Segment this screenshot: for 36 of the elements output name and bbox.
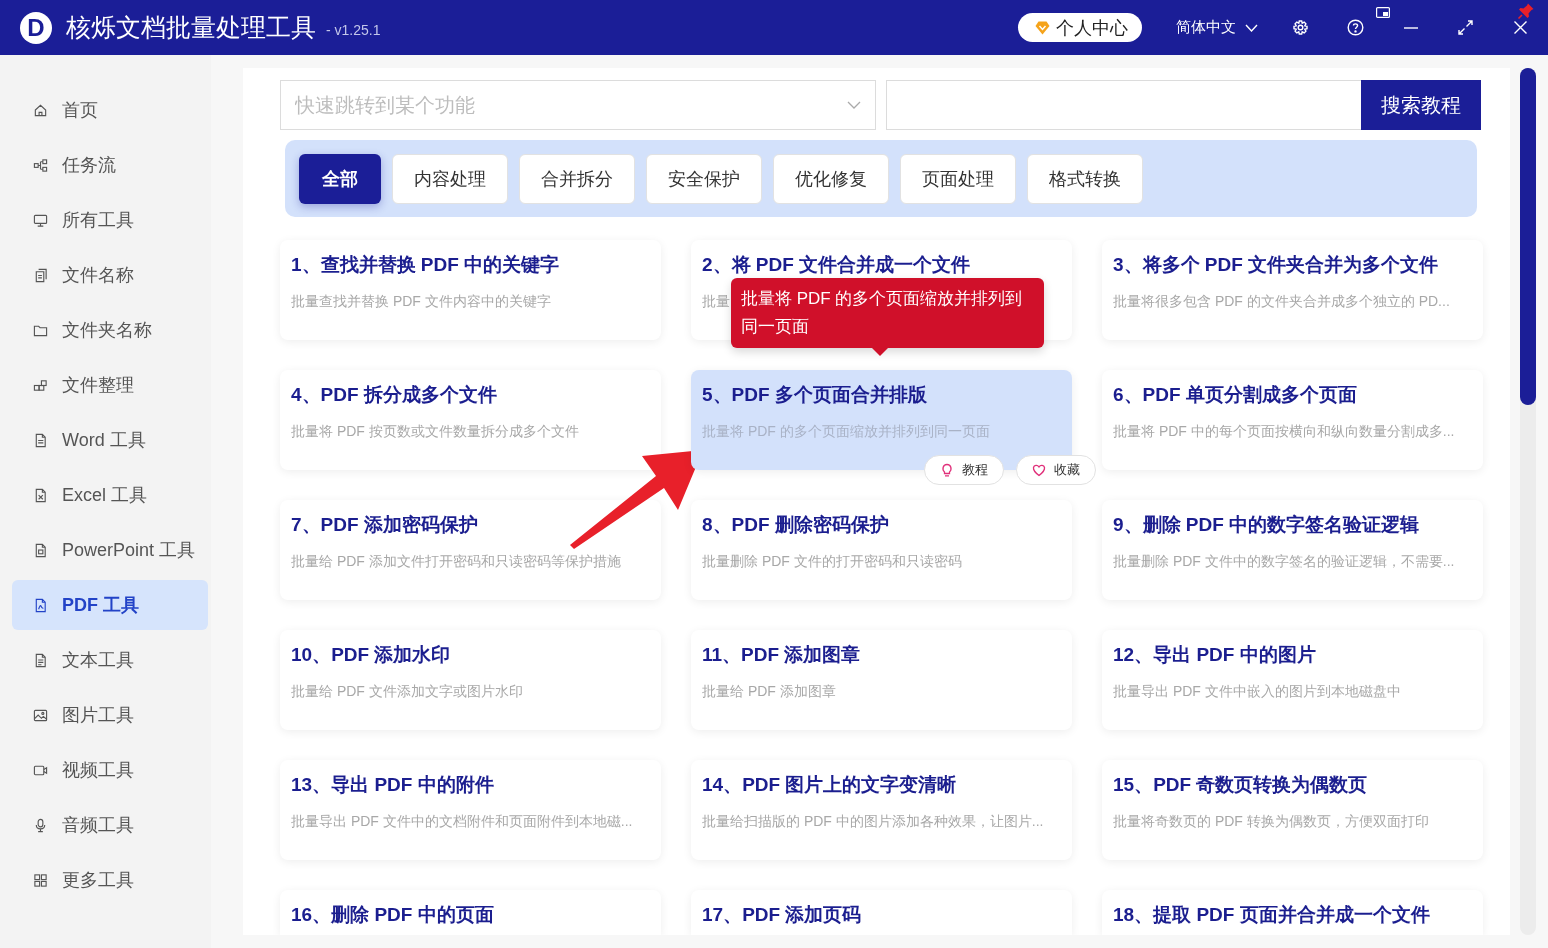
card-description: 批量将 PDF 中的每个页面按横向和纵向数量分割成多... [1113, 422, 1455, 441]
card-description: 批量导出 PDF 文件中的文档附件和页面附件到本地磁... [291, 812, 633, 831]
card-title: 10、PDF 添加水印 [291, 643, 451, 667]
card-title: 9、删除 PDF 中的数字签名验证逻辑 [1113, 513, 1420, 537]
card-title: 8、PDF 删除密码保护 [702, 513, 889, 537]
app-title: 核烁文档批量处理工具 [66, 12, 316, 43]
card-title: 1、查找并替换 PDF 中的关键字 [291, 253, 560, 277]
card-description: 批量删除 PDF 文件的打开密码和只读密码 [702, 552, 962, 571]
card-description: 批量将奇数页的 PDF 转换为偶数页，方便双面打印 [1113, 812, 1429, 831]
card-description: 批量给扫描版的 PDF 中的图片添加各种效果，让图片... [702, 812, 1044, 831]
card-title: 15、PDF 奇数页转换为偶数页 [1113, 773, 1368, 797]
card-title: 16、删除 PDF 中的页面 [291, 903, 494, 927]
card-title: 6、PDF 单页分割成多个页面 [1113, 383, 1357, 407]
card-title: 18、提取 PDF 页面并合并成一个文件 [1113, 903, 1430, 927]
card-description: 批量 [702, 292, 730, 311]
app-logo: D [20, 11, 52, 44]
card-description: 批量将 PDF 按页数或文件数量拆分成多个文件 [291, 422, 579, 441]
card-title: 7、PDF 添加密码保护 [291, 513, 478, 537]
card-title: 5、PDF 多个页面合并排版 [702, 383, 927, 407]
card-title: 17、PDF 添加页码 [702, 903, 862, 927]
card-title: 2、将 PDF 文件合并成一个文件 [702, 253, 971, 277]
card-description: 批量查找并替换 PDF 文件内容中的关键字 [291, 292, 551, 311]
card-description: 批量给 PDF 添加文件打开密码和只读密码等保护措施 [291, 552, 621, 571]
card-description: 批量给 PDF 添加图章 [702, 682, 836, 701]
card-description: 批量给 PDF 文件添加文字或图片水印 [291, 682, 523, 701]
card-title: 3、将多个 PDF 文件夹合并为多个文件 [1113, 253, 1439, 277]
card-title: 14、PDF 图片上的文字变清晰 [702, 773, 957, 797]
card-description: 批量将很多包含 PDF 的文件夹合并成多个独立的 PD... [1113, 292, 1450, 311]
tooltip: 批量将 PDF 的多个页面缩放并排列到同一页面 [731, 278, 1044, 356]
card-title: 4、PDF 拆分成多个文件 [291, 383, 497, 407]
card-title: 11、PDF 添加图章 [702, 643, 861, 667]
version-label: - v1.25.1 [326, 21, 381, 38]
card-description: 批量删除 PDF 文件中的数字签名的验证逻辑，不需要... [1113, 552, 1455, 571]
card-description: 批量导出 PDF 文件中嵌入的图片到本地磁盘中 [1113, 682, 1401, 701]
card-title: 13、导出 PDF 中的附件 [291, 773, 494, 797]
card-title: 12、导出 PDF 中的图片 [1113, 643, 1316, 667]
